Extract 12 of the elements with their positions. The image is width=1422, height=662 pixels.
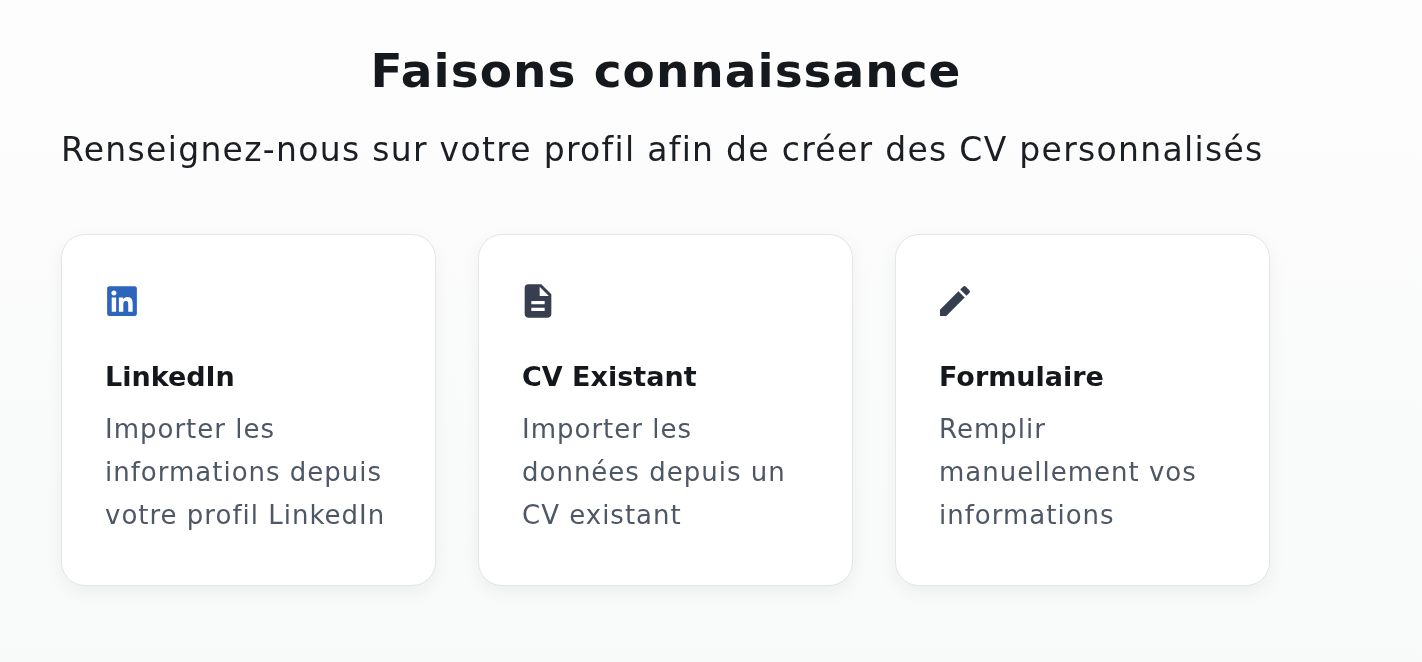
option-card[interactable]: Formulaire Remplir manuellement vos informations — [895, 234, 1270, 586]
option-card[interactable]: CV Existant Importer les données depuis un CV existant — [478, 234, 853, 586]
linkedin-icon — [105, 284, 139, 318]
option-card[interactable]: LinkedIn Importer les informations depuis votre profil LinkedIn — [61, 234, 436, 586]
card-title: LinkedIn — [105, 360, 235, 394]
card-description: Importer les données depuis un CV existant — [522, 413, 787, 533]
card-description: Importer les informations depuis votre profil LinkedIn — [105, 413, 387, 533]
page-title: Faisons connaissance — [370, 42, 962, 100]
card-title: CV Existant — [522, 360, 697, 394]
card-description: Remplir manuellement vos informations — [939, 413, 1198, 533]
page-subtitle: Renseignez-nous sur votre profil afin de créer des CV personnalisés — [61, 129, 1264, 172]
card-title: Formulaire — [939, 360, 1104, 394]
